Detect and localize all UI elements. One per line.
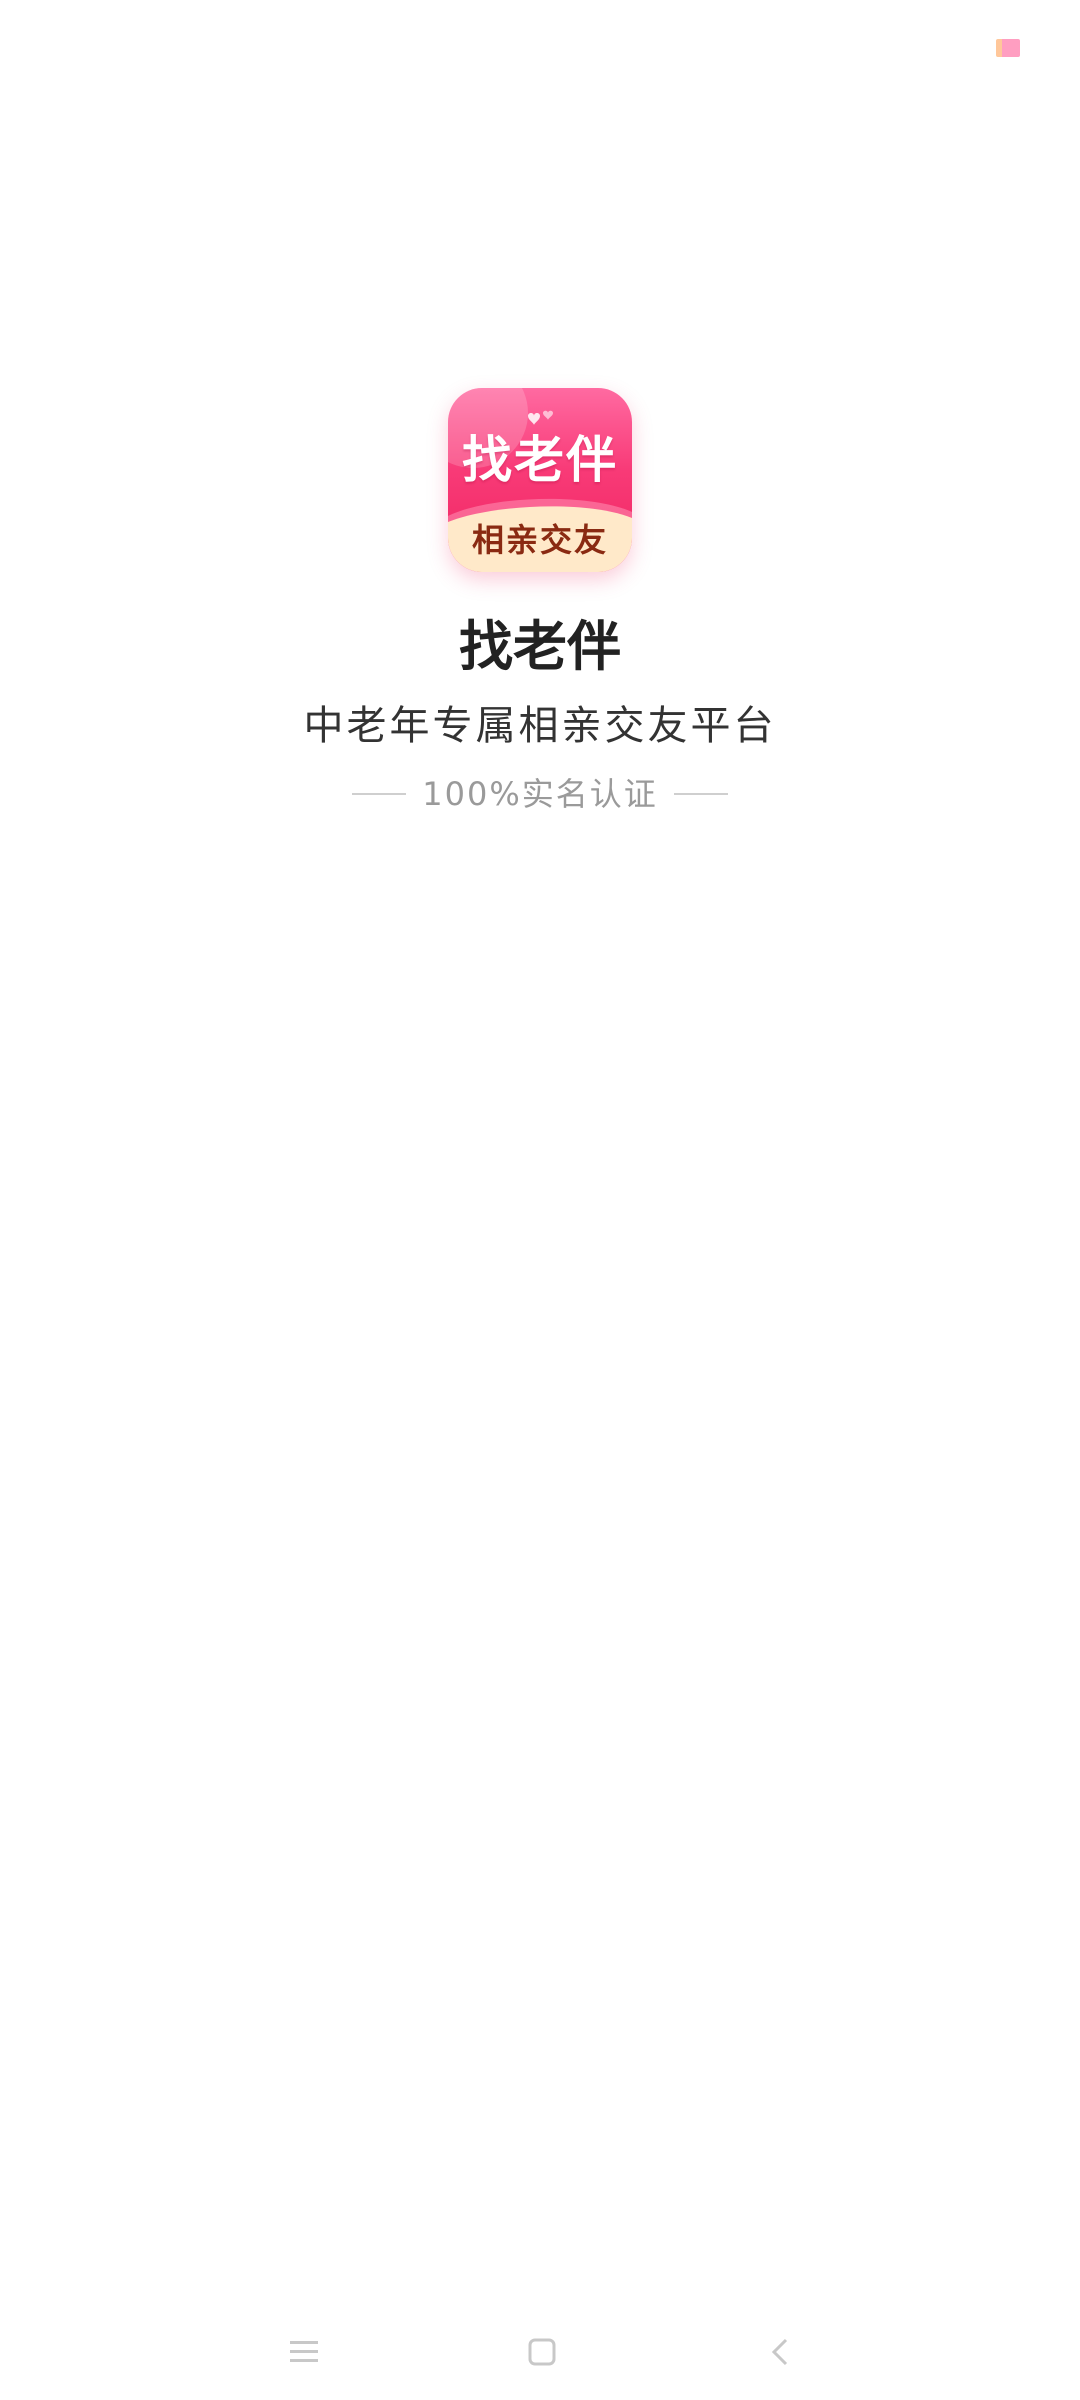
home-icon[interactable] (512, 2322, 572, 2382)
menu-icon[interactable] (274, 2322, 334, 2382)
divider-right (673, 793, 728, 795)
back-icon[interactable] (750, 2322, 810, 2382)
app-tagline: 中老年专属相亲交友平台 (303, 703, 777, 749)
certification-text: 100%实名认证 (422, 775, 658, 813)
divider-left (352, 793, 407, 795)
indicator-right-segment (1002, 39, 1020, 57)
logo-main-text: 找老伴 (462, 431, 618, 489)
certification-row: 100%实名认证 (0, 772, 1080, 816)
notification-indicator-icon (996, 39, 1020, 57)
system-nav-bar (0, 2300, 1080, 2400)
app-logo-icon: 找老伴 相亲交友 (448, 388, 632, 572)
splash-screen: 找老伴 相亲交友 找老伴 中老年专属相亲交友平台 100%实名认证 (0, 0, 1080, 2400)
logo-sub-text: 相亲交友 (471, 521, 608, 559)
app-name: 找老伴 (459, 615, 621, 678)
